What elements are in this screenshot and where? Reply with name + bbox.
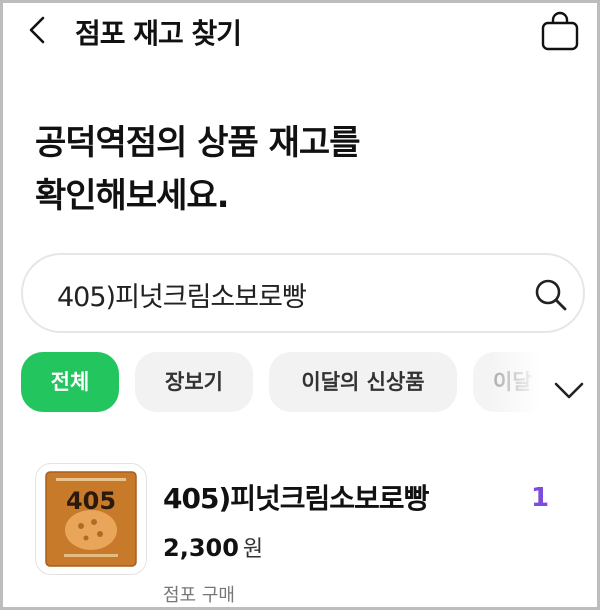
category-chips: 전체 장보기 이달의 신상품 이달 [21, 352, 541, 412]
headline-line-2: 확인해보세요. [35, 176, 230, 216]
price-row: 2,300 원 [163, 531, 263, 563]
search-bar [21, 253, 585, 333]
search-input[interactable] [55, 267, 499, 321]
chevron-left-icon [29, 16, 45, 44]
search-icon [535, 279, 567, 311]
chip-groceries[interactable]: 장보기 [135, 352, 253, 412]
cart-button[interactable] [539, 11, 581, 51]
chevron-down-icon [554, 382, 584, 399]
bread-package-image: 405 [45, 471, 137, 567]
headline-line-1: 공덕역점의 상품 재고를 [35, 123, 360, 163]
product-name: 405)피넛크림소보로빵 [163, 482, 429, 515]
header: 점포 재고 찾기 [3, 3, 597, 59]
headline: 공덕역점의 상품 재고를 확인해보세요. [35, 117, 360, 223]
back-button[interactable] [23, 15, 53, 45]
currency-unit: 원 [242, 537, 264, 562]
purchase-type: 점포 구매 [163, 585, 235, 606]
chips-fade-overlay [491, 352, 541, 412]
expand-categories-button[interactable] [551, 375, 587, 405]
page-title: 점포 재고 찾기 [75, 17, 242, 50]
stock-count: 1 [531, 483, 550, 513]
shopping-bag-icon [541, 11, 579, 51]
chip-new-products[interactable]: 이달의 신상품 [269, 352, 457, 412]
product-image: 405 [35, 463, 147, 575]
search-button[interactable] [531, 275, 571, 315]
product-price: 2,300 [163, 534, 239, 562]
chip-all[interactable]: 전체 [21, 352, 119, 412]
screen: 점포 재고 찾기 공덕역점의 상품 재고를 확인해보세요. 전체 장보기 이달의… [0, 0, 600, 610]
product-item[interactable]: 405 405)피넛크림소보로빵 2,300 원 점포 구매 1 [3, 453, 597, 607]
